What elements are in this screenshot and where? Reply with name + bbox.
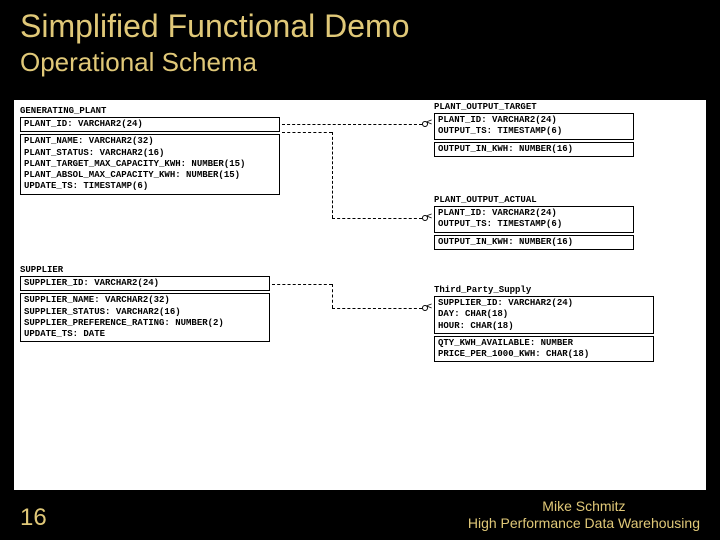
entity-third-party-supply: Third_Party_Supply SUPPLIER_ID: VARCHAR2… — [434, 285, 654, 364]
credit-author: Mike Schmitz — [468, 498, 700, 515]
credit: Mike Schmitz High Performance Data Wareh… — [468, 498, 700, 532]
entity-title: Third_Party_Supply — [434, 285, 654, 296]
entity-plant-output-target: PLANT_OUTPUT_TARGET PLANT_ID: VARCHAR2(2… — [434, 102, 634, 159]
attr: PRICE_PER_1000_KWH: CHAR(18) — [438, 349, 650, 360]
attr: SUPPLIER_STATUS: VARCHAR2(16) — [24, 307, 266, 318]
entity-attrs-box: PLANT_NAME: VARCHAR2(32) PLANT_STATUS: V… — [20, 134, 280, 194]
rel-line — [272, 284, 332, 285]
rel-line — [332, 132, 333, 218]
entity-attrs-box: OUTPUT_IN_KWH: NUMBER(16) — [434, 142, 634, 157]
pk: OUTPUT_TS: TIMESTAMP(6) — [438, 219, 630, 230]
crowfoot-icon: < — [426, 301, 432, 312]
slide-number: 16 — [20, 504, 47, 532]
slide-title: Simplified Functional Demo — [0, 0, 720, 45]
entity-pk-box: PLANT_ID: VARCHAR2(24) OUTPUT_TS: TIMEST… — [434, 113, 634, 140]
pk: DAY: CHAR(18) — [438, 309, 650, 320]
pk: HOUR: CHAR(18) — [438, 321, 650, 332]
pk: SUPPLIER_ID: VARCHAR2(24) — [438, 298, 650, 309]
entity-pk-box: PLANT_ID: VARCHAR2(24) — [20, 117, 280, 132]
schema-diagram: GENERATING_PLANT PLANT_ID: VARCHAR2(24) … — [14, 100, 706, 490]
rel-line — [332, 284, 333, 308]
attr: OUTPUT_IN_KWH: NUMBER(16) — [438, 237, 630, 248]
rel-line — [332, 308, 422, 309]
attr: UPDATE_TS: DATE — [24, 329, 266, 340]
crowfoot-icon: < — [426, 117, 432, 128]
entity-attrs-box: OUTPUT_IN_KWH: NUMBER(16) — [434, 235, 634, 250]
slide-footer: 16 Mike Schmitz High Performance Data Wa… — [20, 498, 700, 532]
entity-generating-plant: GENERATING_PLANT PLANT_ID: VARCHAR2(24) … — [20, 106, 280, 197]
entity-title: SUPPLIER — [20, 265, 270, 276]
attr: PLANT_ABSOL_MAX_CAPACITY_KWH: NUMBER(15) — [24, 170, 276, 181]
pk: PLANT_ID: VARCHAR2(24) — [438, 208, 630, 219]
attr: UPDATE_TS: TIMESTAMP(6) — [24, 181, 276, 192]
pk: PLANT_ID: VARCHAR2(24) — [438, 115, 630, 126]
rel-line — [332, 218, 422, 219]
attr: SUPPLIER_PREFERENCE_RATING: NUMBER(2) — [24, 318, 266, 329]
attr: OUTPUT_IN_KWH: NUMBER(16) — [438, 144, 630, 155]
pk: OUTPUT_TS: TIMESTAMP(6) — [438, 126, 630, 137]
crowfoot-icon: < — [426, 211, 432, 222]
attr: QTY_KWH_AVAILABLE: NUMBER — [438, 338, 650, 349]
rel-line — [282, 132, 332, 133]
attr: PLANT_STATUS: VARCHAR2(16) — [24, 148, 276, 159]
entity-pk-box: SUPPLIER_ID: VARCHAR2(24) DAY: CHAR(18) … — [434, 296, 654, 334]
entity-title: PLANT_OUTPUT_TARGET — [434, 102, 634, 113]
entity-plant-output-actual: PLANT_OUTPUT_ACTUAL PLANT_ID: VARCHAR2(2… — [434, 195, 634, 252]
slide-subtitle: Operational Schema — [0, 45, 720, 86]
entity-attrs-box: SUPPLIER_NAME: VARCHAR2(32) SUPPLIER_STA… — [20, 293, 270, 342]
attr: PLANT_TARGET_MAX_CAPACITY_KWH: NUMBER(15… — [24, 159, 276, 170]
entity-attrs-box: QTY_KWH_AVAILABLE: NUMBER PRICE_PER_1000… — [434, 336, 654, 363]
entity-supplier: SUPPLIER SUPPLIER_ID: VARCHAR2(24) SUPPL… — [20, 265, 270, 344]
entity-title: PLANT_OUTPUT_ACTUAL — [434, 195, 634, 206]
rel-line — [282, 124, 422, 125]
attr: PLANT_NAME: VARCHAR2(32) — [24, 136, 276, 147]
entity-pk-box: SUPPLIER_ID: VARCHAR2(24) — [20, 276, 270, 291]
credit-subtitle: High Performance Data Warehousing — [468, 515, 700, 532]
entity-pk-box: PLANT_ID: VARCHAR2(24) OUTPUT_TS: TIMEST… — [434, 206, 634, 233]
entity-title: GENERATING_PLANT — [20, 106, 280, 117]
attr: SUPPLIER_NAME: VARCHAR2(32) — [24, 295, 266, 306]
